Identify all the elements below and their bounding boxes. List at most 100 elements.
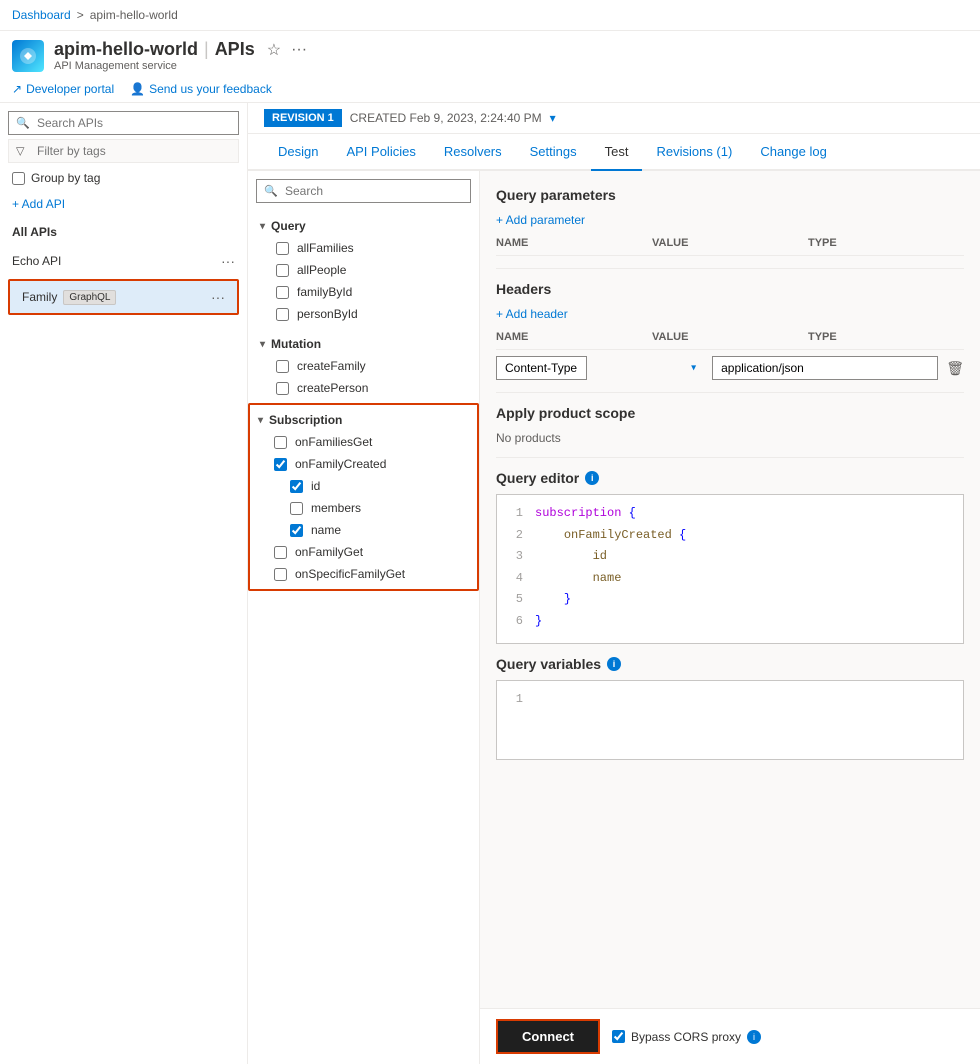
id-checkbox[interactable] xyxy=(290,480,303,493)
onFamiliesGet-checkbox[interactable] xyxy=(274,436,287,449)
code-line-6: 6 } xyxy=(505,611,955,633)
familyById-checkbox[interactable] xyxy=(276,286,289,299)
filter-input[interactable] xyxy=(8,139,239,163)
createPerson-checkbox[interactable] xyxy=(276,382,289,395)
content-type-select-wrapper: Content-Type xyxy=(496,356,704,380)
col-name-qp: NAME xyxy=(496,237,652,249)
onFamilyGet-checkbox[interactable] xyxy=(274,546,287,559)
two-col-layout: 🔍 ▾ Query allFamilies allPeople xyxy=(248,171,980,1064)
tab-design[interactable]: Design xyxy=(264,134,332,171)
ops-item-id[interactable]: id xyxy=(254,475,473,497)
echo-more-icon[interactable]: ··· xyxy=(221,253,235,269)
code-line-2: 2 onFamilyCreated { xyxy=(505,525,955,547)
breadcrumb-current: apim-hello-world xyxy=(90,8,178,22)
ops-item-onFamilyCreated[interactable]: onFamilyCreated xyxy=(254,453,473,475)
mutation-group-label: Mutation xyxy=(271,337,321,351)
qv-line-1: 1 xyxy=(505,689,955,711)
toolbar: ↗ Developer portal 👤 Send us your feedba… xyxy=(0,76,980,103)
query-vars-info-icon: i xyxy=(607,657,621,671)
search-input[interactable] xyxy=(8,111,239,135)
add-header-link[interactable]: + Add header xyxy=(496,307,964,321)
ops-item-createFamily[interactable]: createFamily xyxy=(256,355,471,377)
no-products: No products xyxy=(496,431,964,445)
api-item-family[interactable]: Family GraphQL ··· xyxy=(10,281,237,313)
ops-group-subscription-header[interactable]: ▾ Subscription xyxy=(254,409,473,431)
family-more-icon[interactable]: ··· xyxy=(211,289,225,305)
ops-search-input[interactable] xyxy=(256,179,471,203)
query-params-headers: NAME VALUE TYPE xyxy=(496,237,964,256)
ops-item-familyById[interactable]: familyById xyxy=(256,281,471,303)
api-name-family: Family GraphQL xyxy=(22,290,116,305)
bypass-cors-checkbox[interactable] xyxy=(612,1030,625,1043)
group-by-tag-checkbox[interactable] xyxy=(12,172,25,185)
bypass-cors-info-icon: i xyxy=(747,1030,761,1044)
tab-revisions[interactable]: Revisions (1) xyxy=(642,134,746,171)
content-type-value[interactable] xyxy=(712,356,938,380)
query-variables-editor[interactable]: 1 xyxy=(496,680,964,760)
query-editor-header: Query editor i xyxy=(496,470,964,486)
ops-item-onFamiliesGet[interactable]: onFamiliesGet xyxy=(254,431,473,453)
revision-dropdown-icon[interactable]: ▾ xyxy=(550,111,556,125)
tab-api-policies[interactable]: API Policies xyxy=(332,134,429,171)
ops-item-personById[interactable]: personById xyxy=(256,303,471,325)
bottom-bar: Connect Bypass CORS proxy i xyxy=(480,1008,980,1064)
code-line-3: 3 id xyxy=(505,546,955,568)
allPeople-checkbox[interactable] xyxy=(276,264,289,277)
personById-checkbox[interactable] xyxy=(276,308,289,321)
api-item-echo[interactable]: Echo API ··· xyxy=(0,245,247,277)
bypass-cors-label: Bypass CORS proxy i xyxy=(612,1030,761,1044)
header-section: APIs xyxy=(215,39,255,60)
ops-item-name[interactable]: name xyxy=(254,519,473,541)
developer-portal-link[interactable]: ↗ Developer portal xyxy=(12,82,114,96)
filter-container: ▽ xyxy=(8,139,239,163)
query-vars-header: Query variables i xyxy=(496,656,964,672)
main-layout: 🔍 ▽ Group by tag + Add API All APIs Echo… xyxy=(0,103,980,1064)
onFamilyCreated-checkbox[interactable] xyxy=(274,458,287,471)
onSpecificFamilyGet-checkbox[interactable] xyxy=(274,568,287,581)
header-title: apim-hello-world xyxy=(54,39,198,60)
ops-item-createPerson[interactable]: createPerson xyxy=(256,377,471,399)
content-type-select[interactable]: Content-Type xyxy=(496,356,587,380)
feedback-link[interactable]: 👤 Send us your feedback xyxy=(130,82,272,96)
ops-item-onFamilyGet[interactable]: onFamilyGet xyxy=(254,541,473,563)
breadcrumb-dashboard[interactable]: Dashboard xyxy=(12,8,71,22)
ops-group-query-header[interactable]: ▾ Query xyxy=(256,215,471,237)
ops-item-allPeople[interactable]: allPeople xyxy=(256,259,471,281)
allFamilies-checkbox[interactable] xyxy=(276,242,289,255)
subscription-group-label: Subscription xyxy=(269,413,342,427)
tab-resolvers[interactable]: Resolvers xyxy=(430,134,516,171)
ops-search-icon: 🔍 xyxy=(264,185,278,198)
tab-settings[interactable]: Settings xyxy=(516,134,591,171)
header-row-content-type: Content-Type 🗑 xyxy=(496,356,964,380)
members-checkbox[interactable] xyxy=(290,502,303,515)
ops-item-allFamilies[interactable]: allFamilies xyxy=(256,237,471,259)
page-header: apim-hello-world | APIs ☆ ··· API Manage… xyxy=(0,31,980,76)
feedback-icon: 👤 xyxy=(130,82,145,96)
api-name-echo: Echo API xyxy=(12,254,61,268)
ops-item-members[interactable]: members xyxy=(254,497,473,519)
col-value-h: VALUE xyxy=(652,331,808,343)
ops-group-subscription: ▾ Subscription onFamiliesGet onFamilyCre… xyxy=(248,403,479,591)
search-icon: 🔍 xyxy=(16,117,30,130)
ops-item-onSpecificFamilyGet[interactable]: onSpecificFamilyGet xyxy=(254,563,473,585)
ops-group-query: ▾ Query allFamilies allPeople familyById xyxy=(248,211,479,329)
delete-header-icon[interactable]: 🗑 xyxy=(946,360,964,377)
connect-button[interactable]: Connect xyxy=(496,1019,600,1054)
filter-icon: ▽ xyxy=(16,145,24,158)
col-name-h: NAME xyxy=(496,331,652,343)
col-value-qp: VALUE xyxy=(652,237,808,249)
add-parameter-link[interactable]: + Add parameter xyxy=(496,213,964,227)
ops-group-mutation-header[interactable]: ▾ Mutation xyxy=(256,333,471,355)
more-icon[interactable]: ··· xyxy=(291,41,307,59)
createFamily-checkbox[interactable] xyxy=(276,360,289,373)
tab-test[interactable]: Test xyxy=(591,134,643,171)
query-editor[interactable]: 1 subscription { 2 onFamilyCreated { 3 i… xyxy=(496,494,964,644)
add-api-button[interactable]: + Add API xyxy=(0,189,247,219)
tab-change-log[interactable]: Change log xyxy=(746,134,841,171)
header-divider: | xyxy=(204,39,209,60)
divider-3 xyxy=(496,457,964,458)
star-icon[interactable]: ☆ xyxy=(267,40,281,60)
name-checkbox[interactable] xyxy=(290,524,303,537)
right-panel: Query parameters + Add parameter NAME VA… xyxy=(480,171,980,1008)
query-params-title: Query parameters xyxy=(496,187,964,203)
